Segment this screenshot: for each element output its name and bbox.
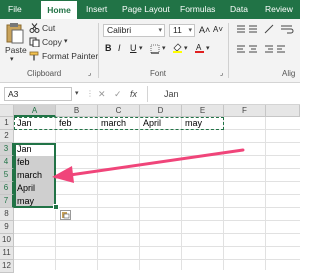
tab-home[interactable]: Home (40, 0, 78, 19)
name-box-dropdown-icon[interactable]: ▾ (75, 87, 79, 101)
copy-dropdown-icon[interactable]: ▾ (64, 37, 68, 45)
name-box[interactable]: A3 (4, 87, 72, 101)
tab-formulas[interactable]: Formulas (180, 0, 215, 19)
copy-icon[interactable] (29, 37, 40, 47)
underline-button[interactable]: U (130, 43, 137, 53)
chevron-down-icon: ▾ (188, 27, 192, 34)
more-dots-icon: ⋮ (86, 89, 94, 98)
paste-dropdown-icon[interactable]: ▾ (10, 55, 14, 63)
italic-button[interactable]: I (118, 43, 121, 53)
tab-file[interactable]: File (8, 0, 22, 19)
fill-color-icon[interactable] (172, 43, 183, 53)
ribbon-tab-bar: File Home Insert Page Layout Formulas Da… (0, 0, 300, 19)
wrap-text-icon[interactable] (280, 24, 294, 34)
shrink-font-icon[interactable]: A˅ (213, 25, 223, 34)
font-group-label: Font (150, 69, 167, 78)
tab-review[interactable]: Review (265, 0, 293, 19)
formula-divider (147, 86, 148, 102)
copy-button[interactable]: Copy (42, 37, 62, 47)
worksheet-grid[interactable]: A B C D E F 1 2 3 4 5 6 7 8 9 10 11 12 J… (0, 105, 300, 273)
font-name-value: Calibri (107, 25, 132, 35)
formula-bar: A3 ▾ ⋮ ✕ ✓ fx Jan (0, 83, 300, 105)
font-color-icon[interactable]: A (194, 43, 205, 53)
name-box-value: A3 (8, 89, 19, 99)
paste-icon[interactable] (6, 22, 24, 44)
clipboard-launcher-icon[interactable]: ⌟ (88, 69, 91, 77)
tab-page-layout[interactable]: Page Layout (122, 0, 170, 19)
bold-button[interactable]: B (105, 43, 112, 53)
format-painter-icon[interactable] (29, 51, 40, 61)
font-color-dropdown-icon[interactable]: ▾ (206, 44, 210, 52)
fill-color-dropdown-icon[interactable]: ▾ (184, 44, 188, 52)
underline-dropdown-icon[interactable]: ▾ (139, 44, 143, 52)
indent-icons[interactable] (264, 44, 288, 54)
formula-input[interactable]: Jan (164, 87, 179, 101)
font-size-value: 11 (173, 25, 182, 35)
chevron-down-icon: ▾ (158, 27, 162, 34)
font-size-dropdown[interactable]: 11 ▾ (169, 24, 195, 37)
align-top-icons[interactable] (236, 24, 260, 34)
scissors-icon[interactable] (29, 23, 40, 33)
tab-insert[interactable]: Insert (86, 0, 107, 19)
cut-button[interactable]: Cut (42, 23, 55, 33)
enter-icon[interactable]: ✓ (114, 87, 122, 101)
tab-data[interactable]: Data (230, 0, 248, 19)
ribbon-separator (98, 23, 99, 78)
clipboard-group-label: Clipboard (27, 69, 62, 78)
ribbon-home: Paste ▾ Cut Copy ▾ Format Painter Clipbo… (0, 19, 300, 83)
borders-dropdown-icon[interactable]: ▾ (162, 44, 166, 52)
font-launcher-icon[interactable]: ⌟ (220, 69, 223, 77)
cancel-icon[interactable]: ✕ (98, 87, 106, 101)
paste-button-label[interactable]: Paste (5, 45, 27, 55)
alignment-group-label: Alig (282, 69, 296, 78)
ribbon-separator (228, 23, 229, 78)
insert-function-button[interactable]: fx (130, 87, 137, 101)
font-name-dropdown[interactable]: Calibri ▾ (103, 24, 165, 37)
align-left-icons[interactable] (236, 44, 260, 54)
svg-text:A: A (196, 43, 202, 52)
borders-icon[interactable] (150, 44, 161, 54)
grow-font-icon[interactable]: A˄ (199, 25, 210, 35)
annotation-arrow-icon (52, 148, 245, 183)
format-painter-button[interactable]: Format Painter (42, 51, 98, 61)
orientation-icon[interactable] (264, 24, 275, 34)
